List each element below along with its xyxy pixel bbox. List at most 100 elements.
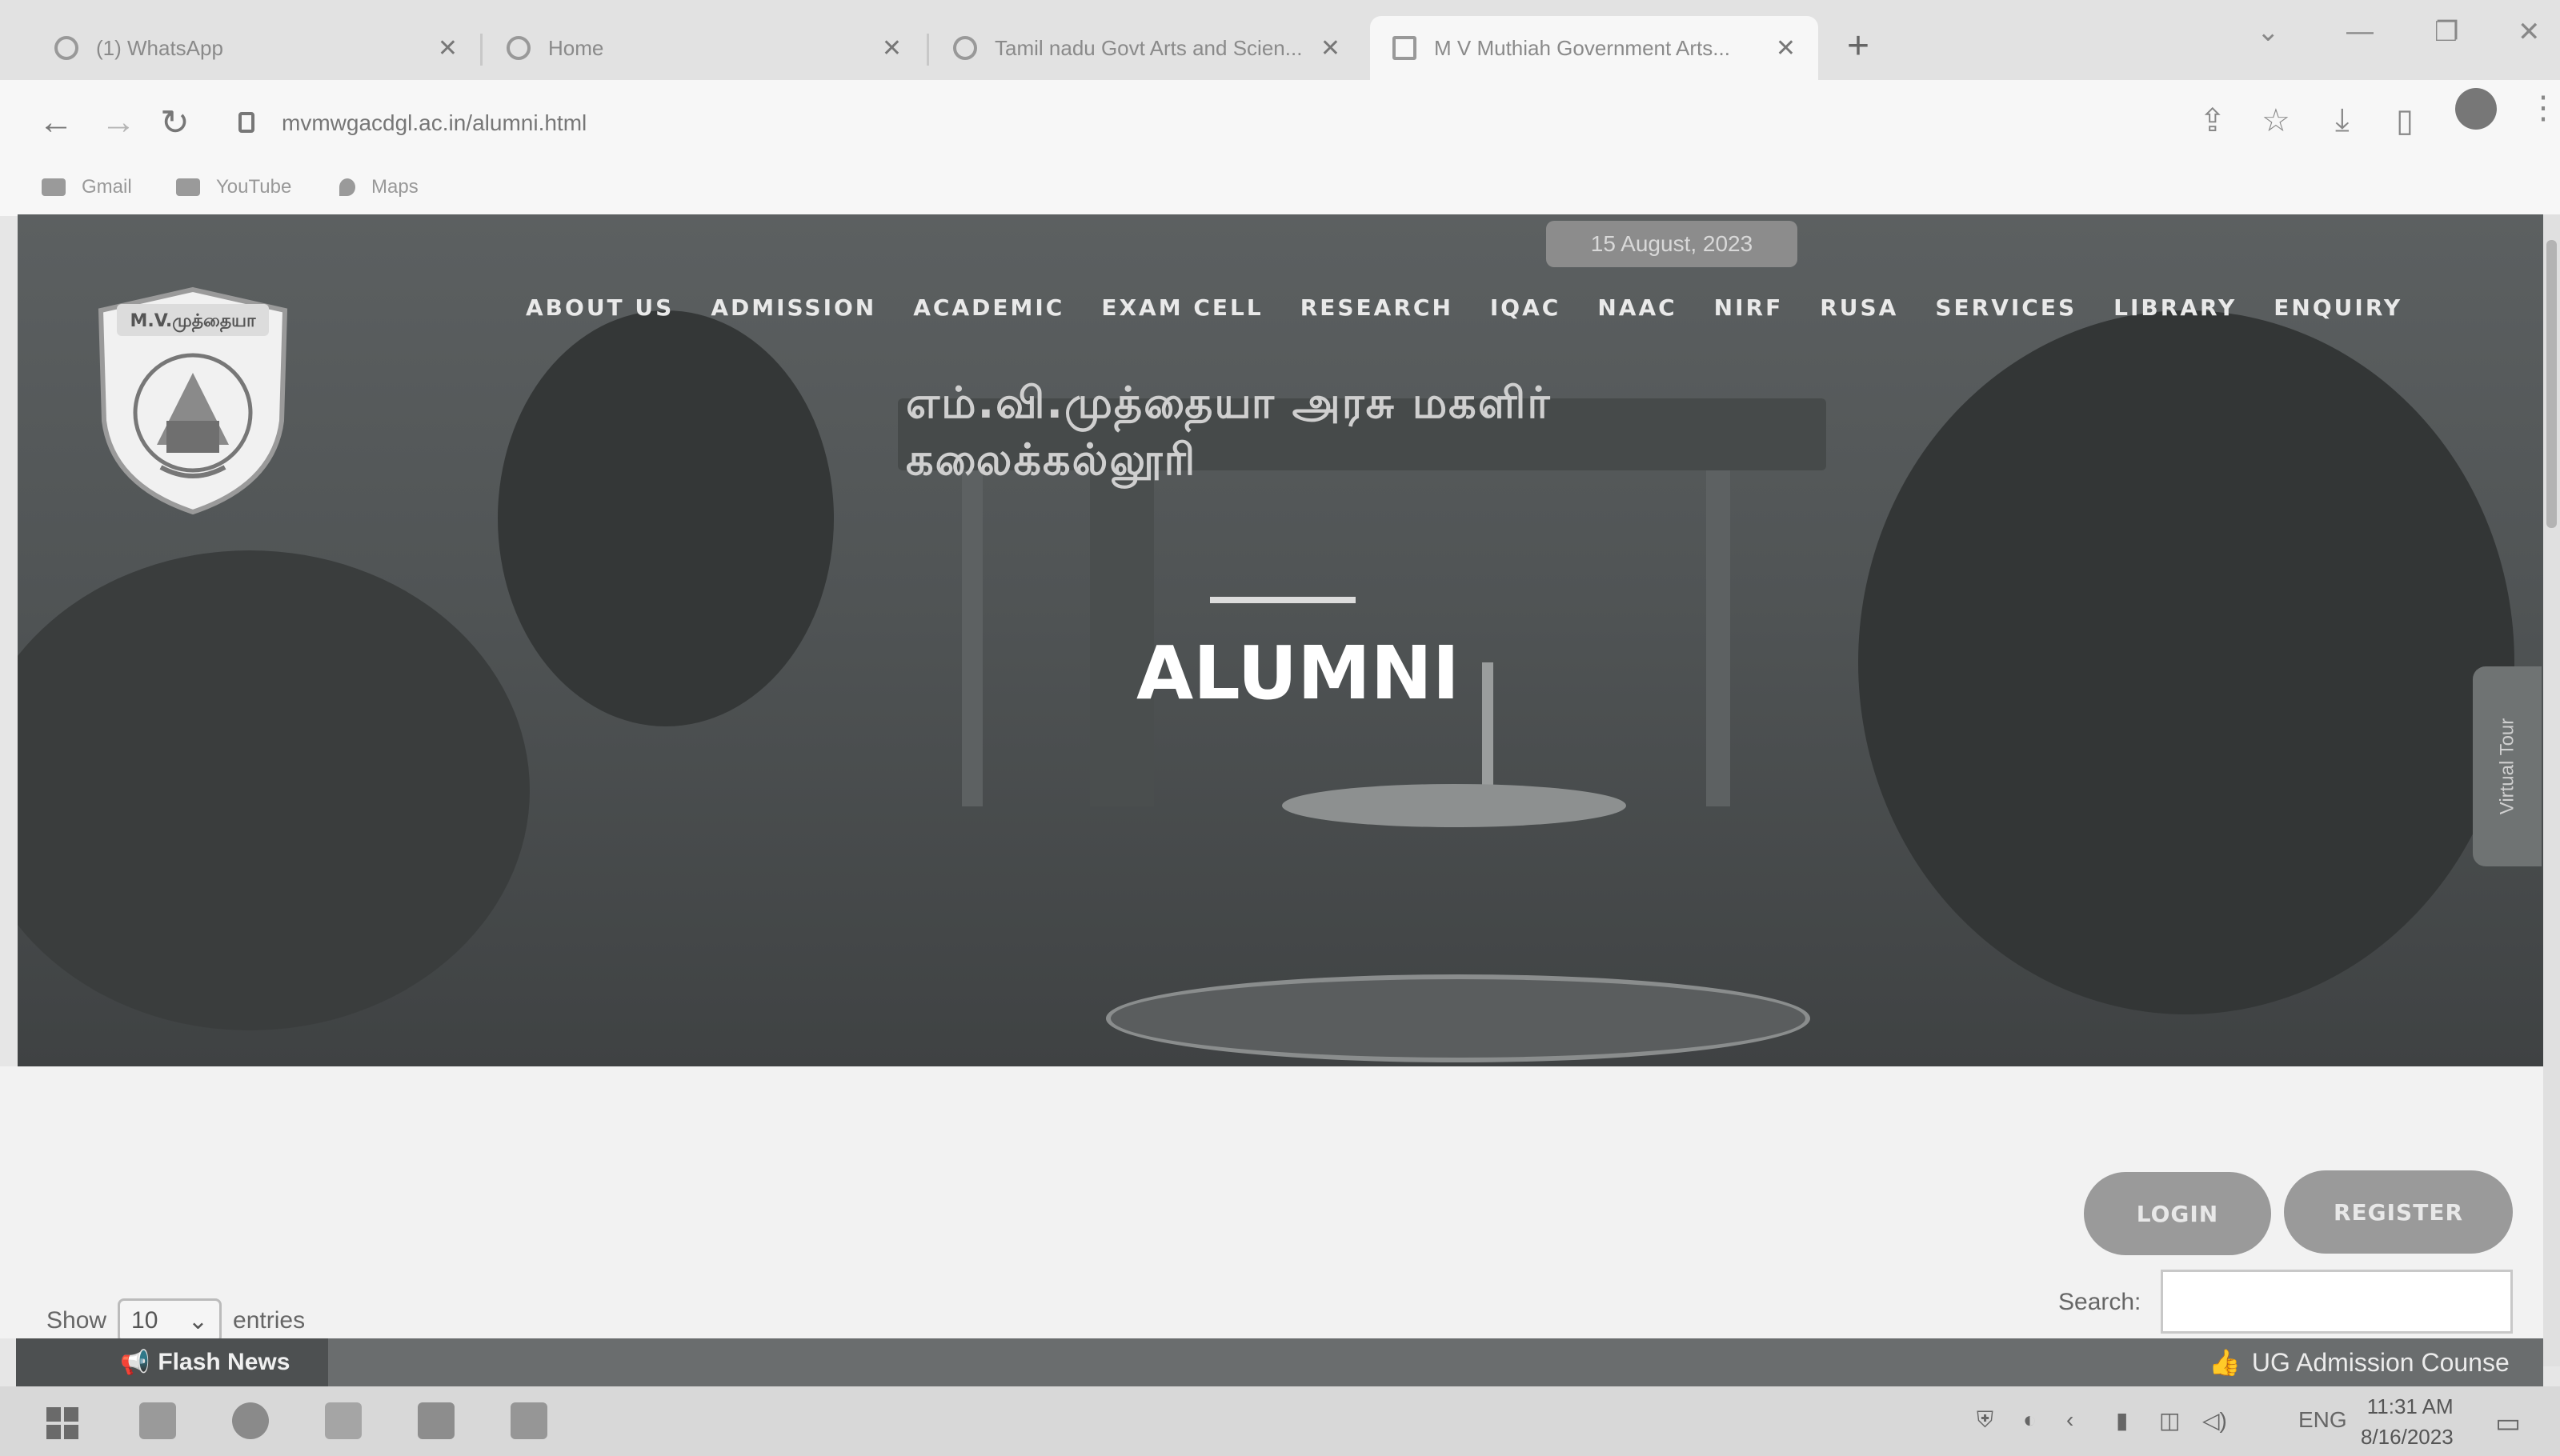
bookmark-label: Maps <box>371 176 419 198</box>
main-nav: ABOUT US ADMISSION ACADEMIC EXAM CELL RE… <box>526 294 2402 321</box>
ticker-text: UG Admission Counse <box>2251 1347 2510 1377</box>
lock-icon[interactable] <box>238 112 254 133</box>
bookmark-label: YouTube <box>216 176 292 198</box>
remote-desktop-icon[interactable] <box>325 1402 362 1439</box>
network-tray-icon[interactable]: ⛨ <box>1977 1407 1993 1434</box>
close-tab-icon[interactable]: ✕ <box>1320 34 1340 62</box>
logo-text: M.V.முத்தையா <box>130 311 256 333</box>
clock-date: 8/16/2023 <box>2361 1425 2454 1449</box>
tab-title: Tamil nadu Govt Arts and Scien... <box>995 35 1303 60</box>
flash-news-ticker[interactable]: 👍 UG Admission Counse <box>2209 1338 2510 1386</box>
search-label: Search: <box>2058 1289 2141 1315</box>
side-panel-icon[interactable]: ▯ <box>2396 102 2414 139</box>
new-tab-button[interactable]: + <box>1847 24 1869 68</box>
battery-icon[interactable]: ▮ <box>2116 1407 2128 1434</box>
back-icon[interactable]: ← <box>38 102 74 142</box>
tab-title: (1) WhatsApp <box>96 35 223 60</box>
forward-icon[interactable]: → <box>101 102 136 142</box>
scrollbar-thumb[interactable] <box>2546 240 2557 528</box>
file-explorer-icon[interactable] <box>139 1402 176 1439</box>
entries-length-control: Show 10 ⌄ entries <box>46 1298 305 1343</box>
virtual-tour-label: Virtual Tour <box>2496 718 2518 815</box>
reload-icon[interactable]: ↻ <box>160 102 190 143</box>
nav-nirf[interactable]: NIRF <box>1714 294 1784 321</box>
bookmark-maps[interactable]: Maps <box>339 176 419 198</box>
restore-icon[interactable]: ❐ <box>2434 16 2458 48</box>
globe-icon <box>507 36 531 60</box>
nav-iqac[interactable]: IQAC <box>1490 294 1560 321</box>
nav-academic[interactable]: ACADEMIC <box>913 294 1064 321</box>
browser-tab-strip: (1) WhatsApp ✕ Home ✕ Tamil nadu Govt Ar… <box>0 0 2560 80</box>
minimize-icon[interactable]: — <box>2346 16 2374 47</box>
chrome-icon[interactable] <box>232 1402 269 1439</box>
language-indicator[interactable]: ENG <box>2298 1407 2347 1433</box>
show-label: Show <box>46 1307 107 1334</box>
nav-research[interactable]: RESEARCH <box>1300 294 1453 321</box>
volume-icon[interactable]: ◁) <box>2202 1407 2227 1434</box>
bookmark-star-icon[interactable]: ☆ <box>2262 102 2290 139</box>
fountain-image <box>1282 784 1626 827</box>
profile-avatar[interactable] <box>2455 88 2497 130</box>
bookmark-youtube[interactable]: YouTube <box>176 176 291 198</box>
building-sign-text: எம்.வி.முத்தையா அரசு மகளிர் கலைக்கல்லூரி <box>906 378 1818 485</box>
bookmarks-bar: Gmail YouTube Maps <box>0 168 2560 216</box>
close-tab-icon[interactable]: ✕ <box>1776 34 1796 62</box>
entries-label: entries <box>233 1307 306 1334</box>
register-button[interactable]: REGISTER <box>2284 1170 2513 1254</box>
search-input[interactable] <box>2161 1270 2513 1334</box>
tab-tamilnadu-govt[interactable]: Tamil nadu Govt Arts and Scien... ✕ <box>931 16 1363 80</box>
tab-title: M V Muthiah Government Arts... <box>1434 35 1730 60</box>
nav-exam-cell[interactable]: EXAM CELL <box>1101 294 1263 321</box>
share-icon[interactable]: ⇪ <box>2199 102 2226 139</box>
app-icon[interactable] <box>511 1402 547 1439</box>
address-bar[interactable]: mvmwgacdgl.ac.in/alumni.html <box>282 110 587 136</box>
show-hidden-icons[interactable]: ‹ <box>2066 1407 2073 1433</box>
login-button[interactable]: LOGIN <box>2084 1172 2271 1255</box>
hero-banner: எம்.வி.முத்தையா அரசு மகளிர் கலைக்கல்லூரி… <box>18 214 2543 1066</box>
nav-rusa[interactable]: RUSA <box>1820 294 1898 321</box>
nav-about-us[interactable]: ABOUT US <box>526 294 674 321</box>
word-icon[interactable] <box>418 1402 455 1439</box>
wifi-icon[interactable]: ◫ <box>2159 1407 2180 1434</box>
security-tray-icon[interactable]: ◐ <box>2023 1407 2037 1433</box>
nav-naac[interactable]: NAAC <box>1597 294 1677 321</box>
windows-taskbar: ⛨ ◐ ‹ ▮ ◫ ◁) ENG 11:31 AM 8/16/2023 ▭ <box>0 1386 2560 1456</box>
bookmark-gmail[interactable]: Gmail <box>42 176 132 198</box>
title-divider <box>1210 597 1356 603</box>
close-tab-icon[interactable]: ✕ <box>882 34 902 62</box>
clock-time: 11:31 AM <box>2366 1394 2454 1418</box>
youtube-icon <box>176 178 200 196</box>
thumbs-up-icon: 👍 <box>2209 1348 2241 1377</box>
college-logo[interactable]: M.V.முத்தையா <box>93 285 293 517</box>
map-pin-icon <box>339 178 355 196</box>
close-window-icon[interactable]: ✕ <box>2518 16 2541 48</box>
nav-services[interactable]: SERVICES <box>1935 294 2077 321</box>
tab-mv-muthiah[interactable]: M V Muthiah Government Arts... ✕ <box>1370 16 1818 80</box>
tab-title: Home <box>548 35 604 60</box>
bookmark-label: Gmail <box>82 176 132 198</box>
page-title: ALUMNI <box>1136 630 1460 716</box>
tab-search-icon[interactable]: ⌄ <box>2257 16 2280 48</box>
nav-library[interactable]: LIBRARY <box>2113 294 2237 321</box>
nav-admission[interactable]: ADMISSION <box>711 294 876 321</box>
fountain-basin-image <box>1106 974 1810 1062</box>
browser-toolbar: ← → ↻ mvmwgacdgl.ac.in/alumni.html ⇪ ☆ ⤓… <box>0 80 2560 168</box>
virtual-tour-button[interactable]: Virtual Tour <box>2473 666 2542 866</box>
megaphone-icon: 📢 <box>120 1349 150 1376</box>
close-tab-icon[interactable]: ✕ <box>438 34 458 62</box>
taskbar-clock[interactable]: 11:31 AM 8/16/2023 <box>2361 1391 2454 1452</box>
notification-icon[interactable]: ▭ <box>2495 1407 2521 1439</box>
browser-menu-icon[interactable]: ⋮ <box>2527 90 2559 126</box>
tab-home[interactable]: Home ✕ <box>484 16 924 80</box>
entries-select[interactable]: 10 ⌄ <box>118 1298 222 1343</box>
windows-start-icon[interactable] <box>46 1407 78 1439</box>
flash-news-label: 📢 Flash News <box>16 1338 328 1386</box>
tab-whatsapp[interactable]: (1) WhatsApp ✕ <box>32 16 480 80</box>
nav-enquiry[interactable]: ENQUIRY <box>2274 294 2402 321</box>
chevron-down-icon: ⌄ <box>187 1307 209 1334</box>
flash-news-text: Flash News <box>158 1349 290 1375</box>
date-badge: 15 August, 2023 <box>1546 221 1797 267</box>
whatsapp-icon <box>54 36 78 60</box>
download-icon[interactable]: ⤓ <box>2335 102 2350 138</box>
gmail-icon <box>42 178 66 196</box>
